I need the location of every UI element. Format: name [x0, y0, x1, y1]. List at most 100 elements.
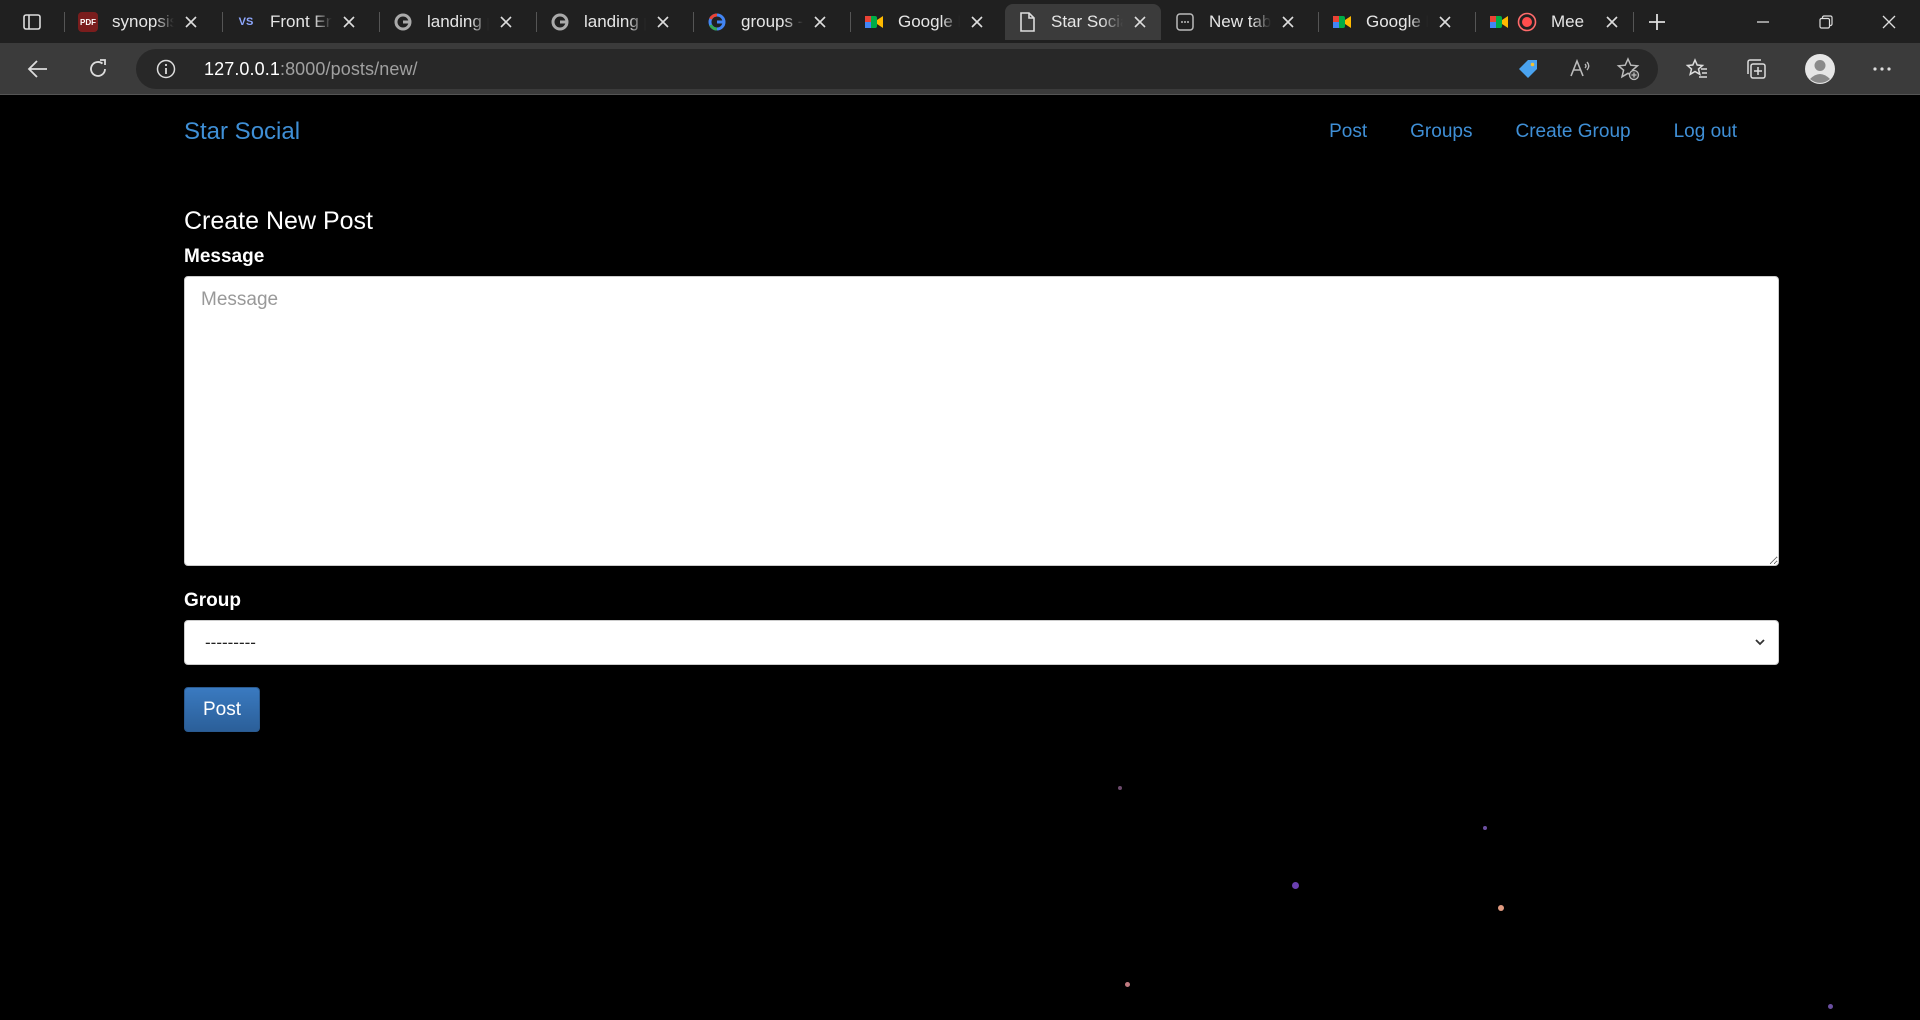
address-bar[interactable]: 127.0.0.1:8000/posts/new/	[136, 49, 1658, 89]
reload-icon	[90, 59, 106, 77]
back-button[interactable]	[20, 51, 56, 87]
browser-tabstrip: PDF synopsis_ VS Front End landing p lan…	[0, 0, 1920, 43]
tab-close-icon[interactable]	[1601, 11, 1623, 33]
tab-separator	[222, 12, 223, 32]
star-decoration	[1292, 882, 1299, 889]
page-content: Star Social Post Groups Create Group Log…	[0, 96, 1920, 1020]
tab-title: groups -	[741, 12, 803, 31]
pdf-icon: PDF	[78, 12, 98, 32]
message-label: Message	[184, 246, 265, 267]
close-icon	[1882, 15, 1896, 28]
favorites-icon	[1685, 58, 1707, 78]
tab-title: synopsis_	[112, 12, 174, 31]
info-icon[interactable]	[156, 59, 176, 79]
tab-close-icon[interactable]	[1129, 11, 1151, 33]
tab-synopsis[interactable]: PDF synopsis_	[66, 4, 212, 40]
star-decoration	[1498, 905, 1504, 911]
tab-title: Star Socia	[1051, 12, 1123, 31]
close-window-button[interactable]	[1858, 0, 1920, 43]
profile-button[interactable]	[1802, 51, 1838, 87]
google-icon	[550, 12, 570, 32]
tab-new-tab[interactable]: New tab	[1163, 4, 1309, 40]
tab-close-icon[interactable]	[966, 11, 988, 33]
group-select[interactable]: ---------	[184, 620, 1779, 665]
tab-actions-button[interactable]	[14, 7, 50, 37]
tab-google-meet-1[interactable]: Google M	[852, 4, 998, 40]
vs-icon: VS	[238, 16, 254, 28]
tab-landing-1[interactable]: landing p	[381, 4, 527, 40]
tab-close-icon[interactable]	[1434, 11, 1456, 33]
tab-close-icon[interactable]	[652, 11, 674, 33]
tab-groups[interactable]: groups -	[695, 4, 841, 40]
brand-link[interactable]: Star Social	[184, 118, 300, 146]
tab-close-icon[interactable]	[180, 11, 202, 33]
url-text[interactable]: 127.0.0.1:8000/posts/new/	[204, 59, 418, 80]
collections-icon	[1747, 59, 1766, 79]
tab-separator	[850, 12, 851, 32]
tab-title: Google M	[1366, 12, 1428, 31]
page-title: Create New Post	[184, 207, 373, 235]
google-icon	[393, 12, 413, 32]
message-textarea[interactable]	[184, 276, 1779, 566]
coupon-tag-icon[interactable]	[1516, 57, 1540, 81]
minimize-button[interactable]	[1732, 0, 1794, 43]
new-tab-button[interactable]	[1642, 7, 1672, 37]
tab-close-icon[interactable]	[809, 11, 831, 33]
tab-google-meet-2[interactable]: Google M	[1320, 4, 1466, 40]
group-select-wrapper: ---------	[184, 620, 1779, 665]
nav-groups-link[interactable]: Groups	[1410, 121, 1472, 143]
star-decoration	[1828, 1004, 1833, 1009]
minimize-icon	[1757, 20, 1769, 23]
main-nav: Post Groups Create Group Log out	[1286, 121, 1737, 143]
newtab-icon	[1175, 12, 1195, 32]
tab-title: New tab	[1209, 12, 1271, 31]
settings-menu-button[interactable]	[1864, 51, 1900, 87]
nav-post-link[interactable]: Post	[1329, 121, 1367, 143]
tab-star-social[interactable]: Star Socia	[1005, 4, 1161, 40]
meet-icon	[1332, 12, 1352, 32]
group-label: Group	[184, 590, 241, 611]
nav-create-group-link[interactable]: Create Group	[1515, 121, 1630, 143]
tab-close-icon[interactable]	[338, 11, 360, 33]
tab-close-icon[interactable]	[495, 11, 517, 33]
meet-icon	[864, 12, 884, 32]
nav-logout-link[interactable]: Log out	[1674, 121, 1737, 143]
tab-meet-recording[interactable]: Mee	[1477, 4, 1633, 40]
tab-title: landing p	[584, 12, 646, 31]
browser-toolbar: 127.0.0.1:8000/posts/new/	[0, 43, 1920, 95]
post-submit-button[interactable]: Post	[184, 687, 261, 732]
page-icon	[1017, 12, 1037, 32]
tab-front-end[interactable]: VS Front End	[224, 4, 370, 40]
tab-title: Front End	[270, 12, 332, 31]
record-icon	[1517, 12, 1537, 32]
star-decoration	[1125, 982, 1130, 987]
back-arrow-icon	[27, 60, 47, 78]
plus-icon	[1649, 14, 1665, 30]
tab-separator	[536, 12, 537, 32]
more-icon	[1873, 67, 1891, 71]
restore-button[interactable]	[1795, 0, 1857, 43]
tab-title: Google M	[898, 12, 960, 31]
tab-title: landing p	[427, 12, 489, 31]
reload-button[interactable]	[80, 51, 116, 87]
collections-button[interactable]	[1738, 51, 1774, 87]
tab-separator	[379, 12, 380, 32]
tab-actions-icon	[23, 14, 41, 30]
read-aloud-icon[interactable]	[1568, 57, 1592, 81]
add-favorite-icon[interactable]	[1616, 57, 1640, 81]
star-decoration	[1118, 786, 1122, 790]
tab-title: Mee	[1551, 12, 1585, 31]
tab-landing-2[interactable]: landing p	[538, 4, 684, 40]
star-decoration	[1483, 826, 1487, 830]
url-host: 127.0.0.1	[204, 59, 280, 79]
tab-separator	[1633, 12, 1634, 32]
meet-icon	[1489, 12, 1509, 32]
tab-close-icon[interactable]	[1277, 11, 1299, 33]
favorites-button[interactable]	[1679, 51, 1715, 87]
tab-separator	[64, 12, 65, 32]
restore-icon	[1819, 14, 1833, 29]
avatar-icon	[1805, 54, 1835, 84]
create-post-form: Create New Post Message Group --------- …	[184, 206, 1779, 732]
tab-separator	[693, 12, 694, 32]
tab-separator	[1318, 12, 1319, 32]
